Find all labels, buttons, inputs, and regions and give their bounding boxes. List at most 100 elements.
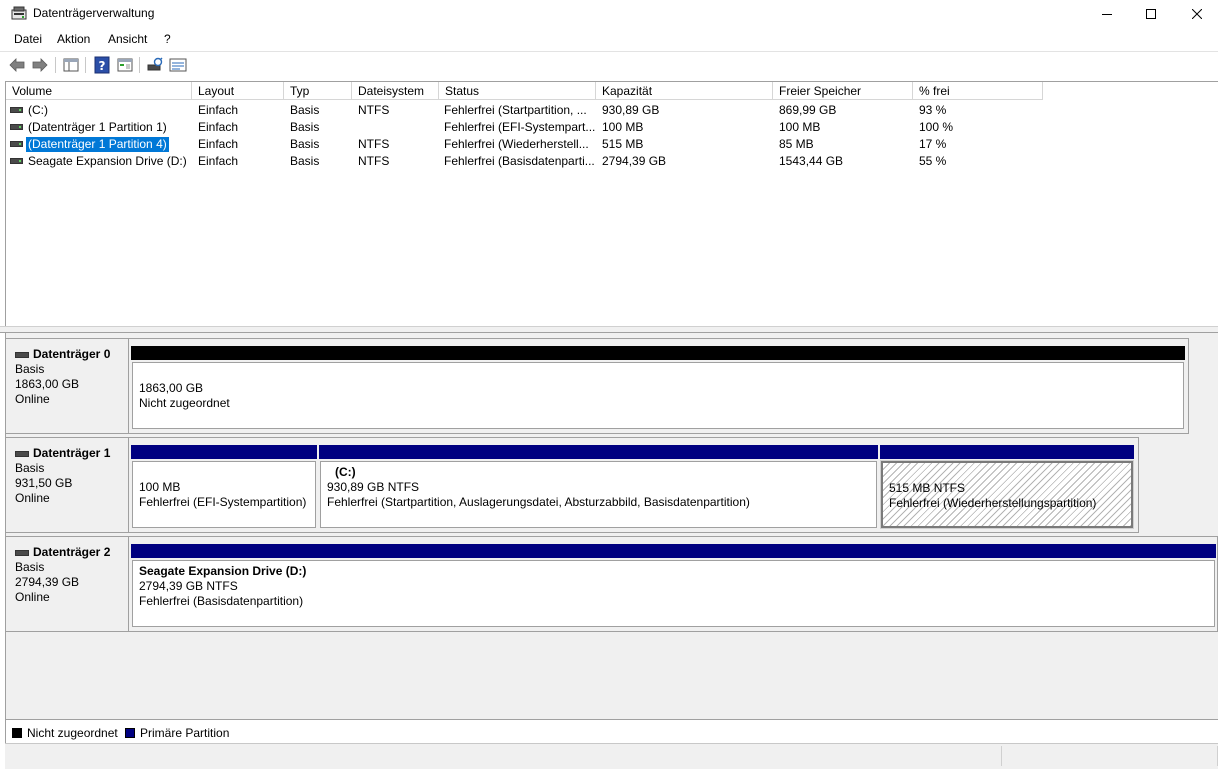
volume-list-header: Volume Layout Typ Dateisystem Status Kap… [6,82,1043,100]
disk-1[interactable]: Datenträger 1 Basis 931,50 GB Online 100… [6,437,1139,533]
cell-kapazitaet: 100 MB [602,120,644,134]
rescan-icon[interactable] [146,56,164,74]
col-dateisystem[interactable]: Dateisystem [352,82,439,100]
disk-management-app-icon [11,6,27,20]
cell-prozent-frei: 55 % [919,154,947,168]
volume-list: Volume Layout Typ Dateisystem Status Kap… [5,81,1218,326]
partition-size: 100 MB [139,480,181,494]
table-row-selected[interactable]: (Datenträger 1 Partition 4) Einfach Basi… [6,136,1206,153]
disk-state: Online [15,590,50,604]
cell-layout: Einfach [198,154,239,168]
close-button[interactable] [1174,0,1218,27]
legend-unallocated: Nicht zugeordnet [27,726,118,740]
cell-volume: (Datenträger 1 Partition 4) [26,137,169,152]
partition-bar-primary [319,445,878,459]
col-status[interactable]: Status [439,82,596,100]
cell-layout: Einfach [198,120,239,134]
menu-datei[interactable]: Datei [14,32,42,46]
disk-2-label[interactable]: Datenträger 2 Basis 2794,39 GB Online [6,536,129,632]
partition-status: Fehlerfrei (Wiederherstellungspartition) [889,496,1097,510]
menu-help[interactable]: ? [164,32,171,46]
table-row[interactable]: (Datenträger 1 Partition 1) Einfach Basi… [6,119,1206,136]
disk-type: Basis [15,362,45,376]
disk-list-icon[interactable] [169,56,187,74]
cell-dateisystem: NTFS [358,137,390,151]
cell-prozent-frei: 93 % [919,103,947,117]
col-typ[interactable]: Typ [284,82,352,100]
cell-status: Fehlerfrei (Startpartition, ... [444,103,587,117]
menu-bar: Datei Aktion Ansicht ? [0,29,1218,49]
partition-size: 2794,39 GB NTFS [139,579,238,593]
minimize-button[interactable] [1084,0,1130,27]
volume-icon [10,107,23,113]
disk-1-label[interactable]: Datenträger 1 Basis 931,50 GB Online [6,437,129,533]
status-bar-panel [1001,746,1218,766]
forward-icon[interactable] [31,56,49,74]
cell-volume: (Datenträger 1 Partition 1) [28,120,167,134]
partition-size: 930,89 GB NTFS [327,480,420,494]
col-kapazitaet[interactable]: Kapazität [596,82,773,100]
volume-icon [10,158,23,164]
menu-aktion[interactable]: Aktion [57,32,90,46]
disk-2[interactable]: Datenträger 2 Basis 2794,39 GB Online Se… [6,536,1218,632]
disk-0[interactable]: Datenträger 0 Basis 1863,00 GB Online 18… [6,338,1189,434]
disk-name: Datenträger 2 [33,545,111,559]
partition-recovery[interactable]: 515 MB NTFS Fehlerfrei (Wiederherstellun… [880,445,1134,529]
cell-volume: (C:) [28,103,48,117]
legend-swatch-primary [125,728,135,738]
cell-freier-speicher: 100 MB [779,120,821,134]
legend-swatch-unallocated [12,728,22,738]
minimize-icon [1102,13,1112,15]
partition-body: 100 MB Fehlerfrei (EFI-Systempartition) [132,461,316,528]
menu-ansicht[interactable]: Ansicht [108,32,147,46]
pane-splitter[interactable] [0,326,1218,333]
table-row[interactable]: Seagate Expansion Drive (D:) Einfach Bas… [6,153,1206,170]
partition-status: Nicht zugeordnet [139,396,230,410]
volume-icon [10,124,23,130]
partition-status: Fehlerfrei (EFI-Systempartition) [139,495,307,509]
console-tree-icon[interactable] [62,56,80,74]
col-prozent-frei[interactable]: % frei [913,82,1043,100]
partition-c[interactable]: (C:) 930,89 GB NTFS Fehlerfrei (Startpar… [319,445,878,528]
partition-body: 1863,00 GB Nicht zugeordnet [132,362,1184,429]
cell-freier-speicher: 85 MB [779,137,814,151]
partition-d[interactable]: Seagate Expansion Drive (D:) 2794,39 GB … [131,544,1216,627]
window-title: Datenträgerverwaltung [33,6,155,20]
maximize-icon [1146,8,1156,19]
back-icon[interactable] [8,56,26,74]
partition-unallocated[interactable]: 1863,00 GB Nicht zugeordnet [131,346,1185,429]
cell-dateisystem: NTFS [358,154,390,168]
disk-name: Datenträger 1 [33,446,111,460]
svg-text:?: ? [99,59,106,73]
partition-bar-unallocated [131,346,1185,360]
partition-body: Seagate Expansion Drive (D:) 2794,39 GB … [132,560,1215,627]
cell-typ: Basis [290,154,320,168]
disk-state: Online [15,491,50,505]
partition-body-selected: 515 MB NTFS Fehlerfrei (Wiederherstellun… [880,460,1134,529]
disk-size: 931,50 GB [15,476,73,490]
cell-status: Fehlerfrei (EFI-Systempart... [444,120,596,134]
help-icon[interactable]: ? [93,56,111,74]
partition-body: (C:) 930,89 GB NTFS Fehlerfrei (Startpar… [320,461,877,528]
cell-typ: Basis [290,103,320,117]
cell-typ: Basis [290,137,320,151]
disk-0-label[interactable]: Datenträger 0 Basis 1863,00 GB Online [6,338,129,434]
col-layout[interactable]: Layout [192,82,284,100]
cell-kapazitaet: 2794,39 GB [602,154,667,168]
cell-freier-speicher: 1543,44 GB [779,154,844,168]
disk-icon [15,450,29,457]
disk-0-partitions: 1863,00 GB Nicht zugeordnet [129,338,1189,434]
table-row[interactable]: (C:) Einfach Basis NTFS Fehlerfrei (Star… [6,102,1206,119]
partition-efi[interactable]: 100 MB Fehlerfrei (EFI-Systempartition) [131,445,317,528]
col-volume[interactable]: Volume [6,82,192,100]
maximize-button[interactable] [1128,0,1174,27]
partition-title: Seagate Expansion Drive (D:) [139,564,307,578]
col-freier-speicher[interactable]: Freier Speicher [773,82,913,100]
disk-name: Datenträger 0 [33,347,111,361]
cell-kapazitaet: 515 MB [602,137,644,151]
disk-icon [15,549,29,556]
properties-icon[interactable] [116,56,134,74]
partition-bar-primary [131,544,1216,558]
volume-icon [10,141,23,147]
disk-2-partitions: Seagate Expansion Drive (D:) 2794,39 GB … [129,536,1218,632]
